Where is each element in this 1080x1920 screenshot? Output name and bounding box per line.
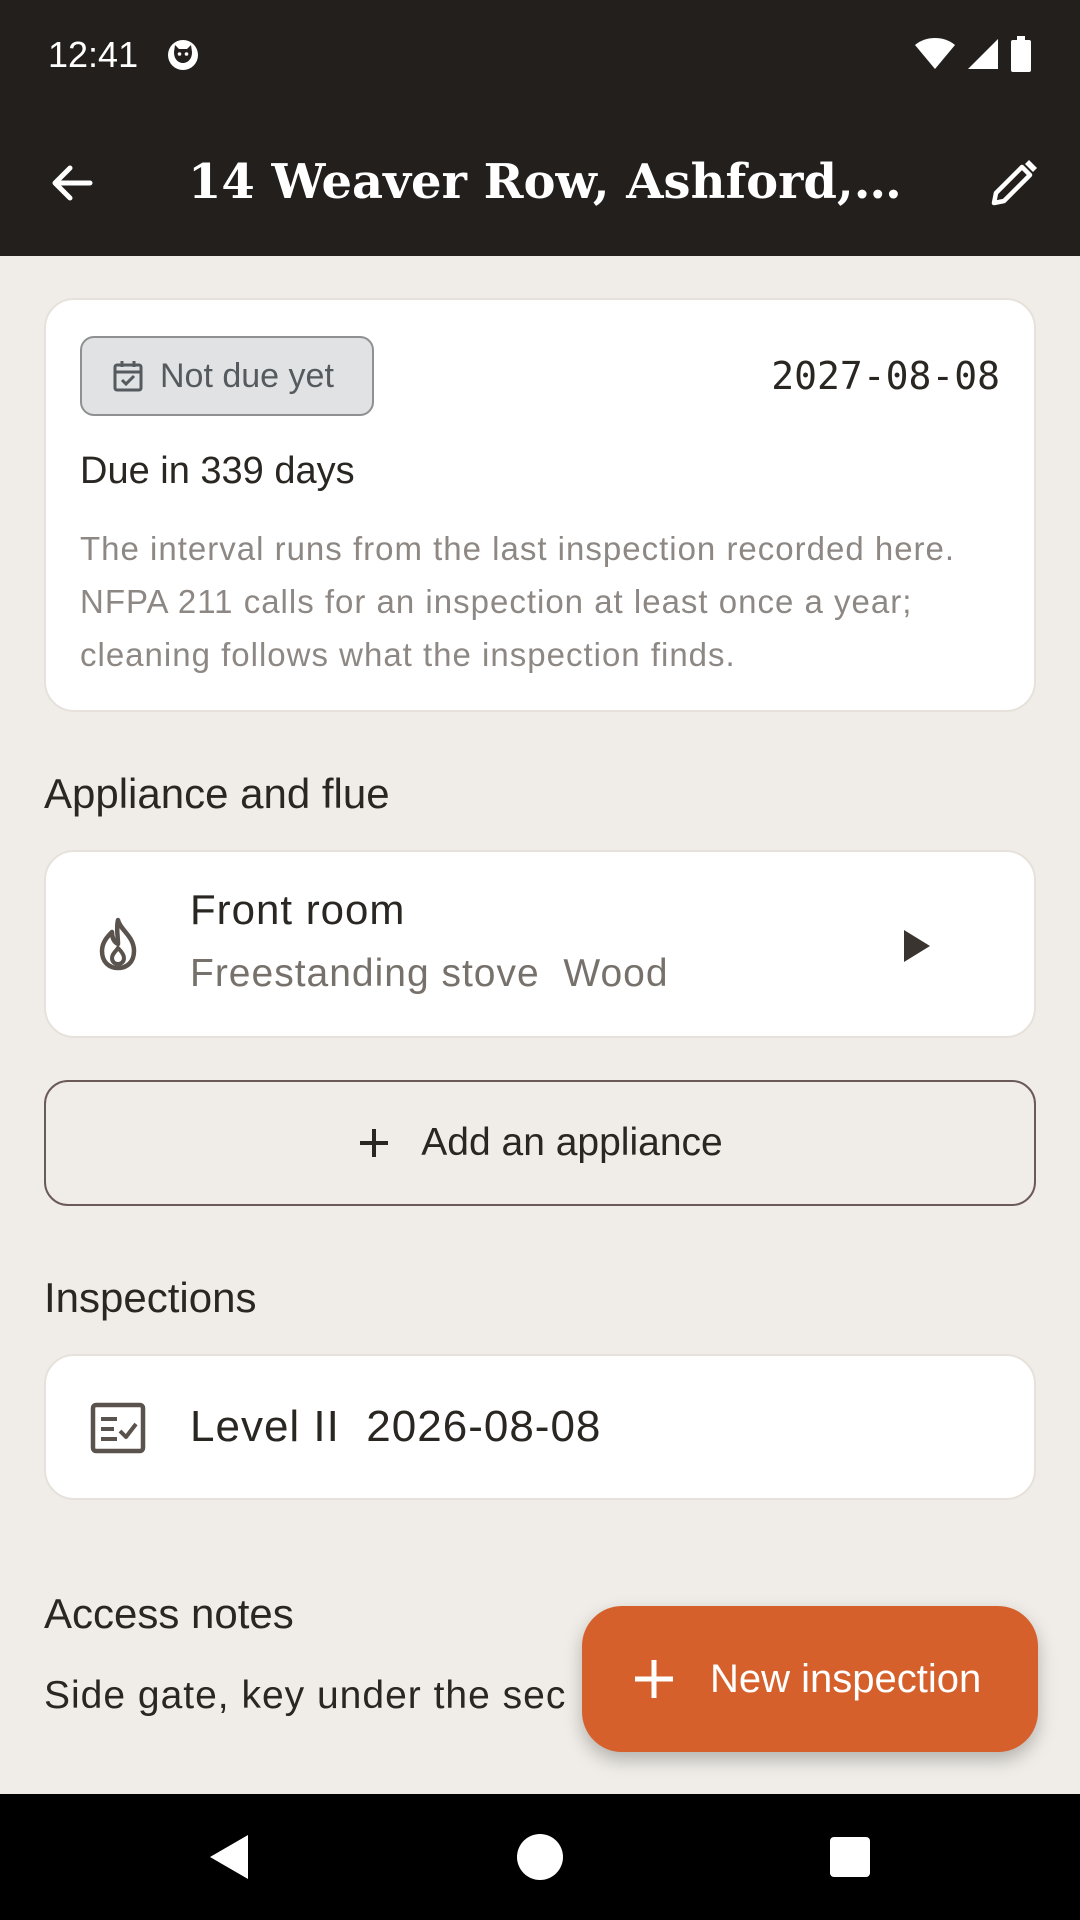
cat-notification-icon [168,40,198,70]
system-nav-bar [0,1794,1080,1920]
app-bar: 14 Weaver Row, Ashford, T... [0,110,1080,256]
checklist-icon [90,1402,146,1454]
due-date: 2027-08-08 [771,354,1000,398]
due-status-card: Not due yet 2027-08-08 Due in 339 days T… [44,298,1036,712]
wifi-icon [915,38,955,69]
nav-home-icon[interactable] [510,1827,570,1887]
add-appliance-button[interactable]: Add an appliance [44,1080,1036,1206]
inspection-list-item[interactable]: Level II 2026-08-08 [44,1354,1036,1500]
appliance-subtitle: Freestanding stove Wood [190,952,669,995]
status-bar: 12:41 [0,0,1080,110]
appliance-list-item[interactable]: Front room Freestanding stove Wood [44,850,1036,1038]
pencil-edit-icon[interactable] [986,155,1042,211]
add-appliance-label: Add an appliance [421,1121,723,1164]
access-notes-heading: Access notes [44,1590,294,1637]
signal-icon [968,39,998,69]
status-badge: Not due yet [80,336,374,416]
appliance-title: Front room [190,886,406,933]
status-badge-label: Not due yet [160,356,334,395]
flame-icon [99,917,137,971]
plus-icon [635,1660,673,1698]
nav-back-icon[interactable] [200,1827,260,1887]
access-notes-text: Side gate, key under the sec [44,1674,567,1717]
battery-icon [1011,36,1031,72]
page-title: 14 Weaver Row, Ashford, T... [188,154,908,210]
due-explanation: The interval runs from the last inspecti… [80,530,956,673]
plus-icon [360,1129,389,1157]
due-countdown: Due in 339 days [80,450,355,492]
new-inspection-label: New inspection [710,1656,982,1701]
inspection-label: Level II 2026-08-08 [190,1402,602,1451]
status-time: 12:41 [48,34,139,75]
nav-recents-icon[interactable] [820,1827,880,1887]
inspections-section-heading: Inspections [44,1274,257,1321]
chevron-right-icon [904,930,930,962]
calendar-check-icon [113,361,143,392]
appliance-section-heading: Appliance and flue [44,770,390,817]
status-icons [914,36,1032,72]
new-inspection-button[interactable]: New inspection [582,1606,1038,1752]
arrow-back-icon[interactable] [44,155,100,211]
